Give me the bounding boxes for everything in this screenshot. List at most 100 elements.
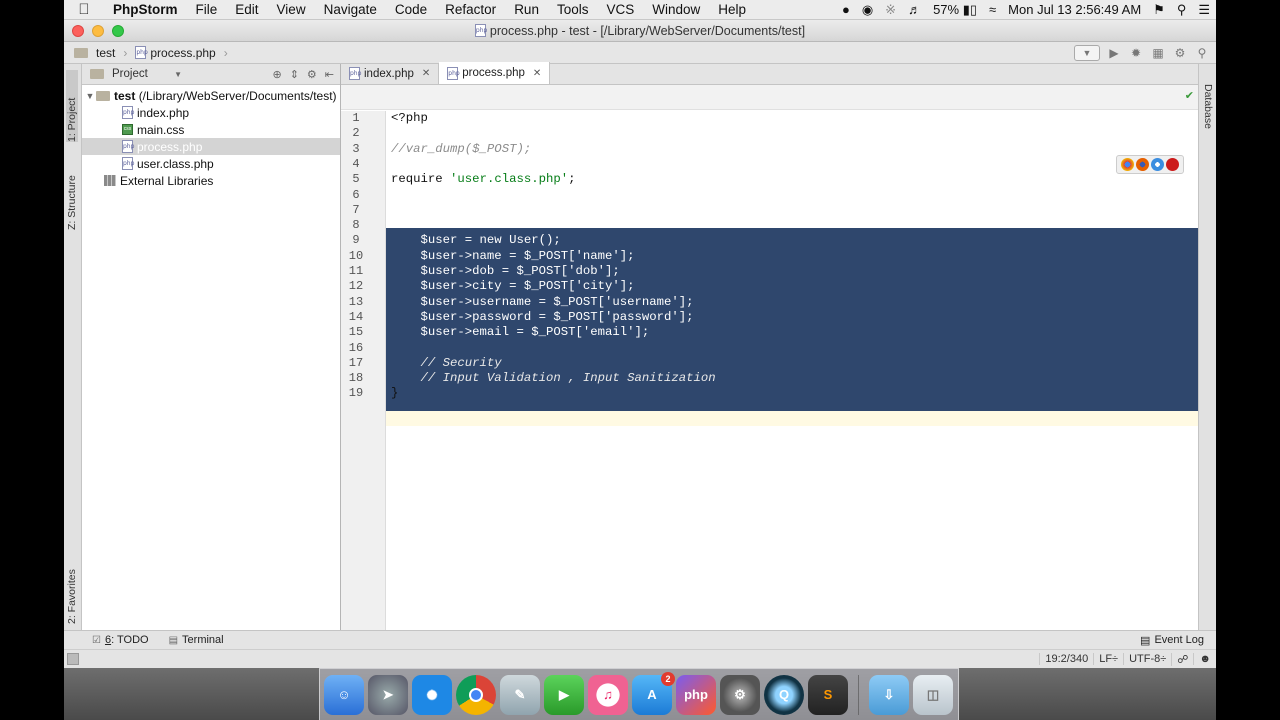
- close-tab-icon[interactable]: ✕: [533, 68, 541, 79]
- inspector-icon[interactable]: ☻: [1193, 653, 1216, 665]
- facetime-icon[interactable]: ▶: [544, 674, 584, 715]
- chrome-icon[interactable]: [456, 674, 496, 715]
- locate-icon[interactable]: ⊕: [272, 68, 281, 81]
- editor-breadcrumb-bar: [341, 85, 1198, 110]
- app-store-badge: 2: [661, 671, 675, 686]
- chrome-icon[interactable]: [1121, 158, 1134, 171]
- apple-menu-icon[interactable]: : [64, 1, 104, 18]
- trash-icon[interactable]: ◫: [913, 674, 953, 715]
- clock[interactable]: Mon Jul 13 2:56:49 AM: [1002, 2, 1147, 17]
- project-tree: ▼ test (/Library/WebServer/Documents/tes…: [82, 85, 340, 189]
- menu-navigate[interactable]: Navigate: [315, 2, 386, 17]
- caret-position[interactable]: 19:2/340: [1039, 653, 1093, 665]
- wifi-icon[interactable]: ≈: [983, 2, 1002, 17]
- close-tab-icon[interactable]: ✕: [422, 68, 430, 79]
- folder-icon: [74, 47, 88, 58]
- menu-vcs[interactable]: VCS: [597, 2, 643, 17]
- chevron-down-icon: ▼: [174, 69, 182, 79]
- php-file-icon: php: [447, 66, 460, 80]
- system-preferences-icon[interactable]: ⚙: [720, 674, 760, 715]
- breadcrumb-file[interactable]: process.php: [150, 46, 215, 60]
- flag-icon[interactable]: ⚑: [1147, 2, 1171, 18]
- line-number: 3: [352, 141, 360, 156]
- menu-run[interactable]: Run: [505, 2, 548, 17]
- run-config-dropdown[interactable]: ▼: [1074, 44, 1100, 61]
- project-view-label: Project: [112, 68, 148, 80]
- expand-arrow-icon[interactable]: ▼: [84, 91, 96, 101]
- code-line: $user->email = $_POST['email'];: [391, 325, 650, 340]
- hide-icon[interactable]: ⇤: [325, 68, 334, 81]
- menu-file[interactable]: File: [187, 2, 227, 17]
- line-separator[interactable]: LF÷: [1093, 653, 1123, 665]
- code-area[interactable]: <?php //var_dump($_POST); require 'user.…: [386, 90, 1198, 630]
- status-bar: 19:2/340 LF÷ UTF-8÷ ☍ ☻: [64, 649, 1216, 668]
- gear-icon[interactable]: ⚙: [307, 68, 317, 81]
- menu-view[interactable]: View: [268, 2, 315, 17]
- tree-file-main-css[interactable]: css main.css: [82, 121, 340, 138]
- tool-windows-toggle-icon[interactable]: [67, 653, 79, 665]
- safari-icon[interactable]: [1151, 158, 1164, 171]
- collapse-icon[interactable]: ⇕: [290, 68, 299, 81]
- run-icon[interactable]: ▶: [1106, 46, 1122, 60]
- notification-icon[interactable]: ●: [836, 2, 856, 17]
- editor-tab-index[interactable]: php index.php ✕: [341, 63, 440, 84]
- code-line: $user->username = $_POST['username'];: [391, 294, 694, 309]
- menu-edit[interactable]: Edit: [226, 2, 267, 17]
- folder-icon: [96, 90, 110, 101]
- tree-file-process[interactable]: php process.php: [82, 138, 340, 155]
- battery-status[interactable]: 57% ▮▯: [927, 2, 983, 18]
- finder-icon[interactable]: ☺: [324, 674, 364, 715]
- launchpad-icon[interactable]: ➤: [368, 674, 408, 715]
- breadcrumb-project[interactable]: test: [96, 46, 115, 60]
- lock-icon[interactable]: ☍: [1171, 652, 1193, 666]
- safari-icon[interactable]: ✦: [412, 674, 452, 715]
- tab-favorites[interactable]: 2: Favorites: [66, 544, 78, 624]
- file-encoding[interactable]: UTF-8÷: [1123, 653, 1171, 665]
- tab-terminal[interactable]: ▤ Terminal: [159, 634, 234, 646]
- menu-help[interactable]: Help: [709, 2, 755, 17]
- coverage-icon[interactable]: ▦: [1150, 46, 1166, 60]
- event-log-icon: ▤: [1140, 634, 1151, 647]
- app-menu[interactable]: PhpStorm: [104, 2, 187, 17]
- tab-database[interactable]: Database: [1202, 84, 1214, 129]
- tree-root[interactable]: ▼ test (/Library/WebServer/Documents/tes…: [82, 87, 340, 104]
- menu-tools[interactable]: Tools: [548, 2, 598, 17]
- itunes-icon[interactable]: ♫: [588, 674, 628, 715]
- editor-tab-process[interactable]: php process.php ✕: [439, 62, 551, 84]
- debug-icon[interactable]: ✹: [1128, 46, 1144, 60]
- project-view-selector[interactable]: Project ▼: [90, 68, 182, 80]
- opera-icon[interactable]: [1166, 158, 1179, 171]
- music-note-icon: ♫: [603, 687, 613, 702]
- bluetooth-icon[interactable]: ※: [879, 2, 902, 18]
- minimize-window-button[interactable]: [92, 25, 104, 37]
- tree-file-user-class[interactable]: php user.class.php: [82, 155, 340, 172]
- search-icon[interactable]: ⚲: [1194, 46, 1210, 60]
- quicktime-icon[interactable]: Q: [764, 674, 804, 715]
- app-store-icon[interactable]: A2: [632, 671, 675, 715]
- tree-external-libraries[interactable]: External Libraries: [82, 172, 340, 189]
- tab-todo[interactable]: ☑ 6: TODO: [82, 634, 159, 646]
- menu-code[interactable]: Code: [386, 2, 436, 17]
- tab-project[interactable]: 1: Project: [66, 70, 78, 142]
- preview-icon[interactable]: ✎: [500, 674, 540, 715]
- maximize-window-button[interactable]: [112, 25, 124, 37]
- record-icon[interactable]: ◉: [856, 2, 879, 18]
- notification-center-icon[interactable]: ☰: [1192, 2, 1216, 18]
- settings-icon[interactable]: ⚙: [1172, 46, 1188, 60]
- code-line: if(isset($_POST['register'])) {: [391, 202, 620, 217]
- tab-structure[interactable]: Z: Structure: [66, 150, 78, 230]
- close-window-button[interactable]: [72, 25, 84, 37]
- downloads-folder-icon[interactable]: ⇩: [869, 674, 909, 715]
- menu-refactor[interactable]: Refactor: [436, 2, 505, 17]
- breadcrumb-separator-icon: ›: [223, 45, 228, 60]
- tab-event-log[interactable]: ▤ Event Log: [1140, 634, 1216, 647]
- sublime-text-icon[interactable]: S: [808, 674, 848, 715]
- phpstorm-icon[interactable]: php: [676, 674, 716, 715]
- firefox-icon[interactable]: [1136, 158, 1149, 171]
- volume-icon[interactable]: ♬: [902, 2, 927, 17]
- tree-file-index[interactable]: php index.php: [82, 104, 340, 121]
- menu-window[interactable]: Window: [643, 2, 709, 17]
- screen:  PhpStorm File Edit View Navigate Code …: [64, 0, 1216, 720]
- spotlight-icon[interactable]: ⚲: [1171, 2, 1193, 18]
- code-line: <?php: [391, 111, 428, 125]
